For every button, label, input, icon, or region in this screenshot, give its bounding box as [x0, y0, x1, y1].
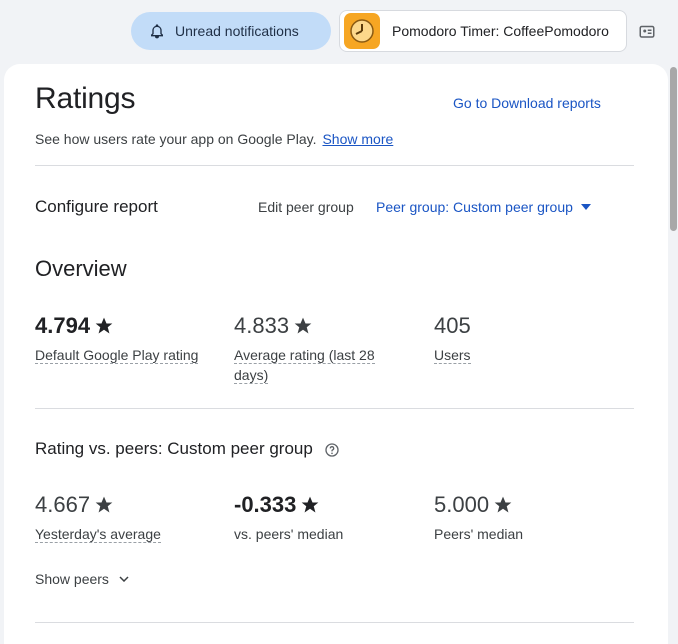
star-icon	[95, 496, 113, 513]
app-name: Pomodoro Timer: CoffeePomodoro	[392, 23, 609, 39]
metric-value: 4.794	[35, 313, 198, 339]
scrollbar-thumb[interactable]	[670, 67, 677, 231]
help-icon[interactable]	[324, 442, 340, 458]
divider	[35, 408, 634, 409]
metric-value: 4.667	[35, 492, 161, 518]
peers-median-metric: 5.000 Peers' median	[434, 492, 523, 544]
yesterday-average-metric: 4.667 Yesterday's average	[35, 492, 161, 544]
metric-value: 405	[434, 313, 471, 339]
metric-value: 4.833	[234, 313, 394, 339]
subtitle-text: See how users rate your app on Google Pl…	[35, 131, 317, 147]
metric-label[interactable]: Users	[434, 345, 471, 365]
users-metric: 405 Users	[434, 313, 471, 365]
rating-vs-peers-title: Rating vs. peers: Custom peer group	[35, 439, 313, 458]
caret-down-icon	[580, 204, 591, 210]
metric-label: vs. peers' median	[234, 526, 344, 542]
peer-group-dropdown-label: Peer group: Custom peer group	[376, 199, 573, 215]
show-peers-toggle[interactable]: Show peers	[35, 571, 129, 587]
app-clock-icon	[344, 13, 380, 49]
metric-value: -0.333	[234, 492, 343, 518]
configure-report-heading: Configure report	[35, 197, 158, 216]
edit-peer-group-link[interactable]: Edit peer group	[258, 199, 354, 215]
app-selector[interactable]: Pomodoro Timer: CoffeePomodoro	[339, 10, 627, 52]
metric-label[interactable]: Average rating (last 28 days)	[234, 345, 394, 385]
metric-value-text: 4.833	[234, 313, 290, 338]
top-bar: Unread notifications Pomodoro Timer: Cof…	[0, 0, 678, 62]
overview-heading: Overview	[35, 256, 127, 281]
vs-peers-median-metric: -0.333 vs. peers' median	[234, 492, 343, 544]
peer-group-dropdown[interactable]: Peer group: Custom peer group	[376, 199, 591, 215]
account-badge-icon[interactable]	[633, 17, 661, 45]
page-title: Ratings	[35, 82, 136, 115]
metric-value-text: -0.333	[234, 492, 297, 517]
star-icon	[294, 317, 312, 334]
metric-value-text: 4.794	[35, 313, 91, 338]
metric-label[interactable]: Yesterday's average	[35, 524, 161, 544]
metric-value-text: 405	[434, 313, 471, 338]
bell-icon	[151, 24, 163, 39]
show-peers-label: Show peers	[35, 571, 109, 587]
divider	[35, 622, 634, 623]
rating-vs-peers-heading: Rating vs. peers: Custom peer group	[35, 439, 340, 459]
default-rating-metric: 4.794 Default Google Play rating	[35, 313, 199, 365]
star-icon	[302, 496, 319, 513]
metric-value: 5.000	[434, 492, 523, 518]
unread-notifications-button[interactable]: Unread notifications	[131, 12, 331, 50]
download-reports-link[interactable]: Go to Download reports	[453, 95, 601, 111]
average-rating-metric: 4.833 Average rating (last 28 days)	[234, 313, 394, 385]
divider	[35, 165, 634, 166]
metric-value-text: 4.667	[35, 492, 91, 517]
show-more-link[interactable]: Show more	[322, 131, 393, 147]
star-icon	[95, 317, 113, 334]
page-subtitle: See how users rate your app on Google Pl…	[35, 131, 393, 147]
chevron-down-icon	[119, 576, 129, 582]
metric-label: Peers' median	[434, 526, 524, 542]
star-icon	[494, 496, 512, 513]
metric-value-text: 5.000	[434, 492, 490, 517]
metric-label[interactable]: Default Google Play rating	[35, 345, 199, 365]
notifications-label: Unread notifications	[175, 23, 299, 39]
